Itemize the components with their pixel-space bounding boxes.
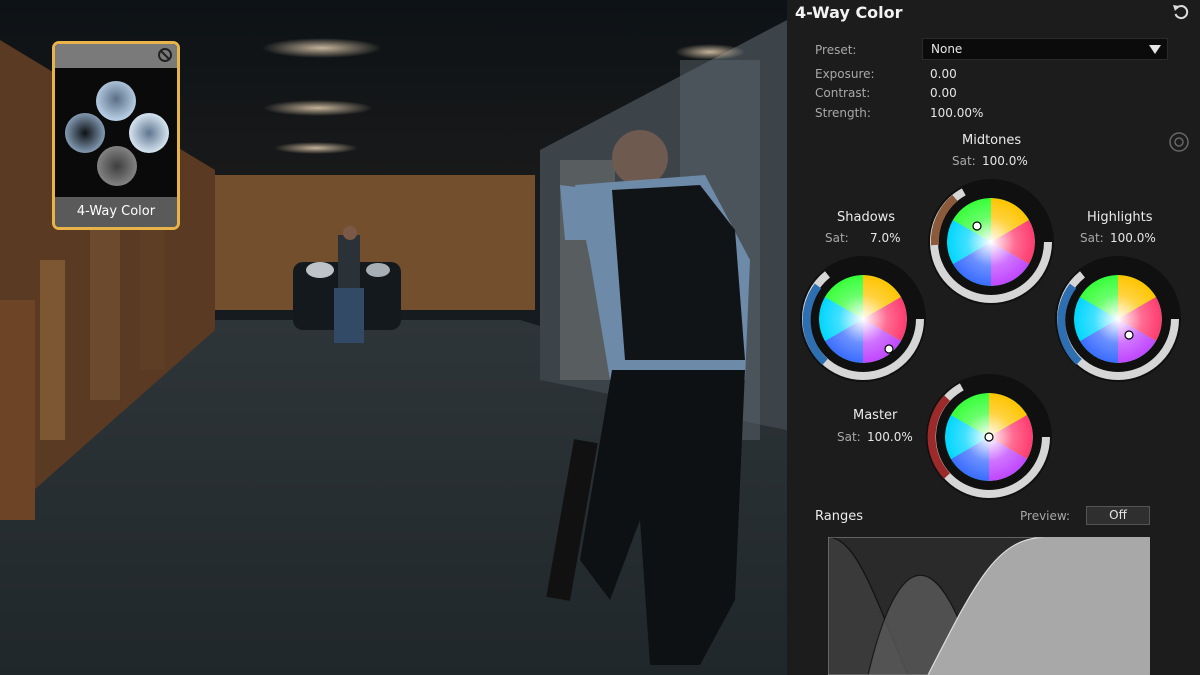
effect-panel: 4-Way Color Preset: None Exposure: 0.00 …	[787, 0, 1200, 675]
midtones-wheel[interactable]	[928, 179, 1054, 305]
disable-icon[interactable]	[157, 47, 173, 63]
preview-toggle-button[interactable]: Off	[1086, 506, 1150, 525]
thumbnail-label: 4-Way Color	[55, 197, 177, 227]
effect-thumbnail[interactable]: 4-Way Color	[52, 41, 180, 230]
shadows-wheel[interactable]	[800, 256, 926, 382]
highlights-puck	[1124, 330, 1134, 340]
shadows-puck	[884, 344, 894, 354]
highlights-wheel[interactable]	[1055, 256, 1181, 382]
master-puck	[984, 432, 994, 442]
four-way-color-icon	[65, 81, 169, 186]
ranges-graph[interactable]	[828, 537, 1150, 675]
preview-label: Preview:	[1020, 509, 1071, 523]
ranges-title: Ranges	[815, 509, 863, 524]
video-viewer: 4-Way Color	[0, 0, 787, 675]
master-wheel[interactable]	[926, 374, 1052, 500]
midtones-puck	[972, 221, 982, 231]
